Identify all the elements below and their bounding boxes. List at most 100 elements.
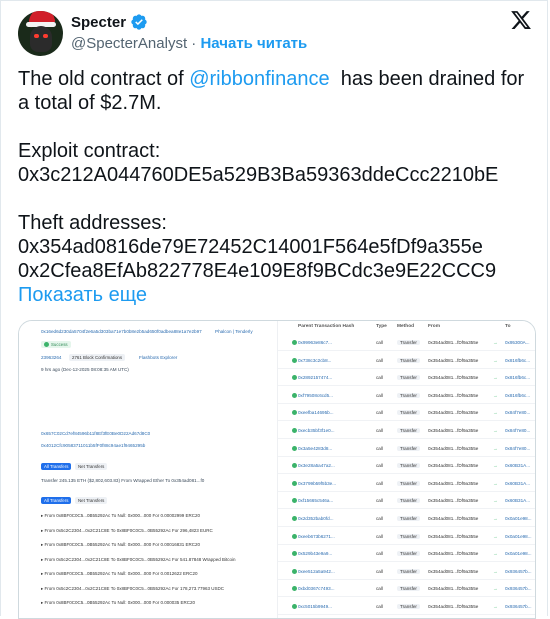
arrow-right-icon: → xyxy=(493,340,498,345)
table-row[interactable]: 0xf15665c546a... call Transfer 0x354ad081..… xyxy=(278,493,535,510)
col-parent-hash: Parent Transaction Hash xyxy=(298,324,355,329)
success-icon xyxy=(292,375,297,381)
transfer-item: ▸ From 0x8BF0C0C5...0B55292Ac To Null: 0… xyxy=(41,542,201,547)
cell-from[interactable]: 0x354ad081...fDf9a355e xyxy=(428,340,478,345)
cell-from[interactable]: 0x354ad081...fDf9a355e xyxy=(428,604,478,609)
attached-screenshot[interactable]: 0x16ed6d230da5704f2e6a5d303ba71e7b0b8e2b… xyxy=(18,320,536,619)
cell-method: Transfer xyxy=(397,340,420,345)
contract-1[interactable]: 0x657C02Cd7ef84596b11f8Ef3fE0Be0D22Ad67d… xyxy=(41,431,150,436)
table-row[interactable]: 0xbd0367c7493... call Transfer 0x354ad081..… xyxy=(278,581,535,598)
table-row[interactable]: 0xc5015b9949... call Transfer 0x354ad081...… xyxy=(278,599,535,615)
tab-all-transfers[interactable]: All Transfers xyxy=(41,463,72,470)
cell-hash[interactable]: 0x3e28a5a47a2... xyxy=(298,463,335,468)
avatar[interactable] xyxy=(18,11,63,56)
cell-from[interactable]: 0x354ad081...fDf9a355e xyxy=(428,534,478,539)
cell-to[interactable]: 0x936457b... xyxy=(505,569,532,574)
cell-to[interactable]: 0x84f7e80... xyxy=(505,428,530,433)
block-number[interactable]: 23963264 xyxy=(41,355,61,360)
cell-to[interactable]: 0x816fb6c... xyxy=(505,358,530,363)
cell-hash[interactable]: 0x738c3c2cb8... xyxy=(298,358,331,363)
cell-from[interactable]: 0x354ad081...fDf9a355e xyxy=(428,410,478,415)
cell-hash[interactable]: 0xee512a5a942... xyxy=(298,569,335,574)
explorer-links[interactable]: Phalcon | Tenderly xyxy=(215,329,253,334)
cell-to[interactable]: 0x60B31A... xyxy=(505,481,530,486)
table-row[interactable]: 0xf79508c6cd5... call Transfer 0x354ad081..… xyxy=(278,388,535,404)
table-row[interactable]: 0x2d352bab0fd... call Transfer 0x354ad081..… xyxy=(278,511,535,527)
table-row[interactable]: 0x3a5e4283d8... call Transfer 0x354ad081...… xyxy=(278,441,535,457)
author-name-row: Specter xyxy=(71,13,148,31)
cell-from[interactable]: 0x354ad081...fDf9a355e xyxy=(428,446,478,451)
tweet-header: Specter @SpecterAnalyst · Начать читать xyxy=(18,9,538,59)
success-icon xyxy=(292,428,297,433)
cell-to[interactable]: 0x816fb6c... xyxy=(505,375,530,380)
cell-from[interactable]: 0x354ad081...fDf9a355e xyxy=(428,569,478,574)
cell-from[interactable]: 0x354ad081...fDf9a355e xyxy=(428,428,478,433)
cell-from[interactable]: 0x354ad081...fDf9a355e xyxy=(428,463,478,468)
arrow-right-icon: → xyxy=(493,357,498,363)
cell-to[interactable]: 0x60B31A... xyxy=(505,463,530,468)
cell-to[interactable]: 0x60B31A... xyxy=(505,498,530,503)
table-row[interactable]: 0xeeb673b6271... call Transfer 0x354ad081..… xyxy=(278,529,535,545)
cell-from[interactable]: 0x354ad081...fDf9a355e xyxy=(428,375,478,380)
cell-method: Transfer xyxy=(397,480,420,486)
tab-net-transfers-2[interactable]: Net Transfers xyxy=(75,497,108,504)
cell-hash[interactable]: 0x2d352bab0fd... xyxy=(298,516,334,521)
cell-to[interactable]: 0x936457b... xyxy=(505,586,532,591)
cell-hash[interactable]: 0xf15665c546a... xyxy=(298,498,333,503)
cell-hash[interactable]: 0x2892157474... xyxy=(298,375,332,380)
cell-from[interactable]: 0x354ad081...fDf9a355e xyxy=(428,393,478,398)
contract-2[interactable]: 0x4012Cfc90583711011b5fF0f88c94ae1f94652… xyxy=(41,443,145,448)
mention-link[interactable]: @ribbonfinance xyxy=(189,68,329,90)
cell-hash[interactable]: 0xecb35bf3f1e0... xyxy=(298,428,335,433)
table-row[interactable]: 0xee512a5a942... call Transfer 0x354ad081..… xyxy=(278,564,535,580)
table-row[interactable]: 0xeefba14695b... call Transfer 0x354ad081..… xyxy=(278,405,535,422)
cell-hash[interactable]: 0x529b43e9a9... xyxy=(298,551,332,556)
cell-to[interactable]: 0x0a01e98... xyxy=(505,534,532,539)
success-icon xyxy=(292,410,297,416)
follow-button[interactable]: Начать читать xyxy=(200,35,307,52)
col-type: Type xyxy=(376,324,387,329)
cell-hash[interactable]: 0xf79508c6cd5... xyxy=(298,393,333,398)
cell-hash[interactable]: 0xbd0367c7493... xyxy=(298,586,335,591)
confirmations-badge: 2761 Block Confirmations xyxy=(69,354,126,361)
cell-to[interactable]: 0x84f7e80... xyxy=(505,410,530,415)
tab-net-transfers[interactable]: Net Transfers xyxy=(75,463,108,470)
success-icon xyxy=(292,445,297,451)
cell-to[interactable]: 0x0a01e98... xyxy=(505,551,532,556)
author-name[interactable]: Specter xyxy=(71,14,126,31)
cell-from[interactable]: 0x354ad081...fDf9a355e xyxy=(428,516,478,521)
show-more-link[interactable]: Показать еще xyxy=(18,284,147,306)
cell-type: call xyxy=(376,428,383,433)
cell-from[interactable]: 0x354ad081...fDf9a355e xyxy=(428,551,478,556)
cell-hash[interactable]: 0xeefba14695b... xyxy=(298,410,334,415)
transfer-item: ▸ From 0x5c2C2304...0x2C21C8E To 0x8BF0C… xyxy=(41,527,213,533)
table-row[interactable]: 0x3e28a5a47a2... call Transfer 0x354ad081..… xyxy=(278,458,535,475)
cell-hash[interactable]: 0x3a5e4283d8... xyxy=(298,446,332,451)
success-icon xyxy=(292,551,297,557)
tab-all-transfers-2[interactable]: All Transfers xyxy=(41,497,72,504)
cell-from[interactable]: 0x354ad081...fDf9a355e xyxy=(428,498,478,503)
cell-hash[interactable]: 0x3799b59f5b3e... xyxy=(298,481,336,486)
cell-from[interactable]: 0x354ad081...fDf9a355e xyxy=(428,586,478,591)
table-row[interactable]: 0x738c3c2cb8... call Transfer 0x354ad081...… xyxy=(278,353,535,369)
table-row[interactable]: 0x3799b59f5b3e... call Transfer 0x354ad081.… xyxy=(278,476,535,492)
author-handle[interactable]: @SpecterAnalyst xyxy=(71,35,187,52)
cell-to[interactable]: 0x95300A... xyxy=(505,340,530,345)
table-row[interactable]: 0x529b43e9a9... call Transfer 0x354ad081...… xyxy=(278,546,535,563)
cell-hash[interactable]: 0x99963e86c7... xyxy=(298,340,332,345)
cell-from[interactable]: 0x354ad081...fDf9a355e xyxy=(428,481,478,486)
table-row[interactable]: 0x99963e86c7... call Transfer 0x354ad081...… xyxy=(278,335,535,351)
table-row[interactable]: 0x2892157474... call Transfer 0x354ad081...… xyxy=(278,370,535,387)
table-row[interactable]: 0xecb35bf3f1e0... call Transfer 0x354ad081.… xyxy=(278,423,535,439)
cell-hash[interactable]: 0xc5015b9949... xyxy=(298,604,332,609)
cell-to[interactable]: 0x84f7e80... xyxy=(505,446,530,451)
cell-to[interactable]: 0x816fb6c... xyxy=(505,393,530,398)
screenshot-left-panel: 0x16ed6d230da5704f2e6a5d303ba71e7b0b8e2b… xyxy=(19,321,277,618)
cell-to[interactable]: 0x936457b... xyxy=(505,604,532,609)
success-icon xyxy=(292,516,297,521)
cell-to[interactable]: 0x0a01e98... xyxy=(505,516,532,521)
cell-hash[interactable]: 0xeeb673b6271... xyxy=(298,534,335,539)
x-logo-icon[interactable] xyxy=(510,9,532,31)
cell-from[interactable]: 0x354ad081...fDf9a355e xyxy=(428,358,478,363)
flashbots-link[interactable]: Flashbots Explorer xyxy=(139,355,177,360)
